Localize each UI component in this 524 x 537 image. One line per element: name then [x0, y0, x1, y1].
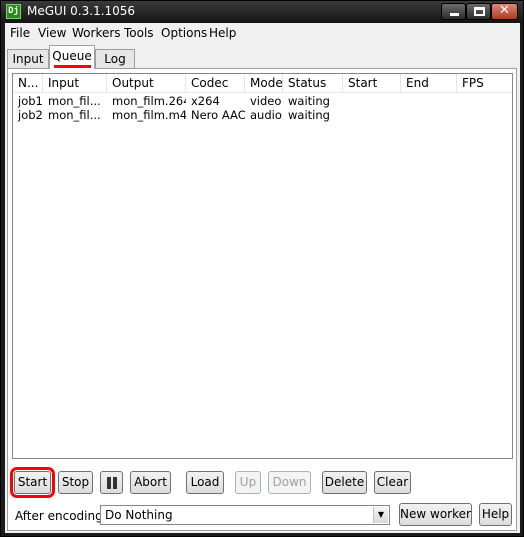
maximize-button[interactable] — [466, 3, 491, 20]
title-bar[interactable]: Dj MeGUI 0.3.1.1056 ✕ — [1, 1, 523, 23]
menu-tools[interactable]: Tools — [124, 26, 154, 40]
cell-mode: video — [250, 94, 282, 108]
column-header-input[interactable]: Input — [43, 74, 107, 93]
close-icon: ✕ — [499, 3, 510, 18]
load-button[interactable]: Load — [186, 471, 224, 494]
tab-log[interactable]: Log — [95, 49, 135, 69]
clear-button[interactable]: Clear — [374, 471, 411, 494]
app-logo-icon: Dj — [6, 4, 21, 19]
menu-help[interactable]: Help — [209, 26, 236, 40]
window-title: MeGUI 0.3.1.1056 — [27, 4, 136, 18]
pause-button[interactable] — [100, 471, 123, 494]
queue-tab-highlight — [54, 65, 91, 68]
menu-view[interactable]: View — [38, 26, 66, 40]
minimize-button[interactable] — [441, 3, 466, 20]
column-header-end[interactable]: End — [401, 74, 457, 93]
cell-job-number: job1 — [18, 94, 43, 108]
stop-button[interactable]: Stop — [58, 471, 93, 494]
cell-input: mon_fil... — [48, 94, 101, 108]
cell-status: waiting — [288, 108, 330, 122]
cell-output: mon_film.264 — [112, 94, 186, 108]
queue-panel: N... Input Output Codec Mode Status Star… — [7, 68, 517, 531]
after-encoding-label: After encoding: — [15, 509, 107, 523]
menu-options[interactable]: Options — [161, 26, 207, 40]
after-encoding-select[interactable]: Do Nothing ▼ — [100, 505, 390, 525]
app-window: Dj MeGUI 0.3.1.1056 ✕ File View Workers … — [0, 0, 524, 537]
column-header-output[interactable]: Output — [107, 74, 186, 93]
after-encoding-value: Do Nothing — [105, 508, 173, 522]
cell-job-number: job2 — [18, 108, 43, 122]
menu-bar: File View Workers Tools Options Help — [5, 23, 520, 43]
column-header-mode[interactable]: Mode — [245, 74, 283, 93]
column-header-fps[interactable]: FPS — [457, 74, 512, 93]
delete-button[interactable]: Delete — [322, 471, 367, 494]
table-row[interactable]: job2 mon_fil... mon_film.m4a Nero AAC au… — [13, 108, 512, 122]
column-header-codec[interactable]: Codec — [186, 74, 245, 93]
queue-list-header: N... Input Output Codec Mode Status Star… — [13, 74, 512, 93]
column-header-number[interactable]: N... — [13, 74, 43, 93]
column-header-start[interactable]: Start — [343, 74, 401, 93]
cell-codec: Nero AAC — [191, 108, 245, 122]
cell-input: mon_fil... — [48, 108, 101, 122]
menu-file[interactable]: File — [10, 26, 30, 40]
client-area: File View Workers Tools Options Help Inp… — [5, 23, 520, 533]
start-button[interactable]: Start — [10, 467, 55, 498]
menu-workers[interactable]: Workers — [72, 26, 121, 40]
close-button[interactable]: ✕ — [491, 3, 518, 20]
abort-button[interactable]: Abort — [130, 471, 171, 494]
new-worker-button[interactable]: New worker — [399, 503, 472, 526]
queue-list[interactable]: N... Input Output Codec Mode Status Star… — [12, 73, 513, 459]
table-row[interactable]: job1 mon_fil... mon_film.264 x264 video … — [13, 94, 512, 108]
move-down-button[interactable]: Down — [268, 471, 311, 494]
cell-codec: x264 — [191, 94, 220, 108]
minimize-icon — [450, 13, 459, 16]
cell-mode: audio — [250, 108, 282, 122]
maximize-icon — [474, 7, 485, 16]
cell-status: waiting — [288, 94, 330, 108]
chevron-down-icon[interactable]: ▼ — [373, 507, 388, 523]
cell-output: mon_film.m4a — [112, 108, 186, 122]
move-up-button[interactable]: Up — [235, 471, 261, 494]
tab-input[interactable]: Input — [7, 49, 49, 69]
help-button[interactable]: Help — [479, 503, 512, 526]
column-header-status[interactable]: Status — [283, 74, 343, 93]
